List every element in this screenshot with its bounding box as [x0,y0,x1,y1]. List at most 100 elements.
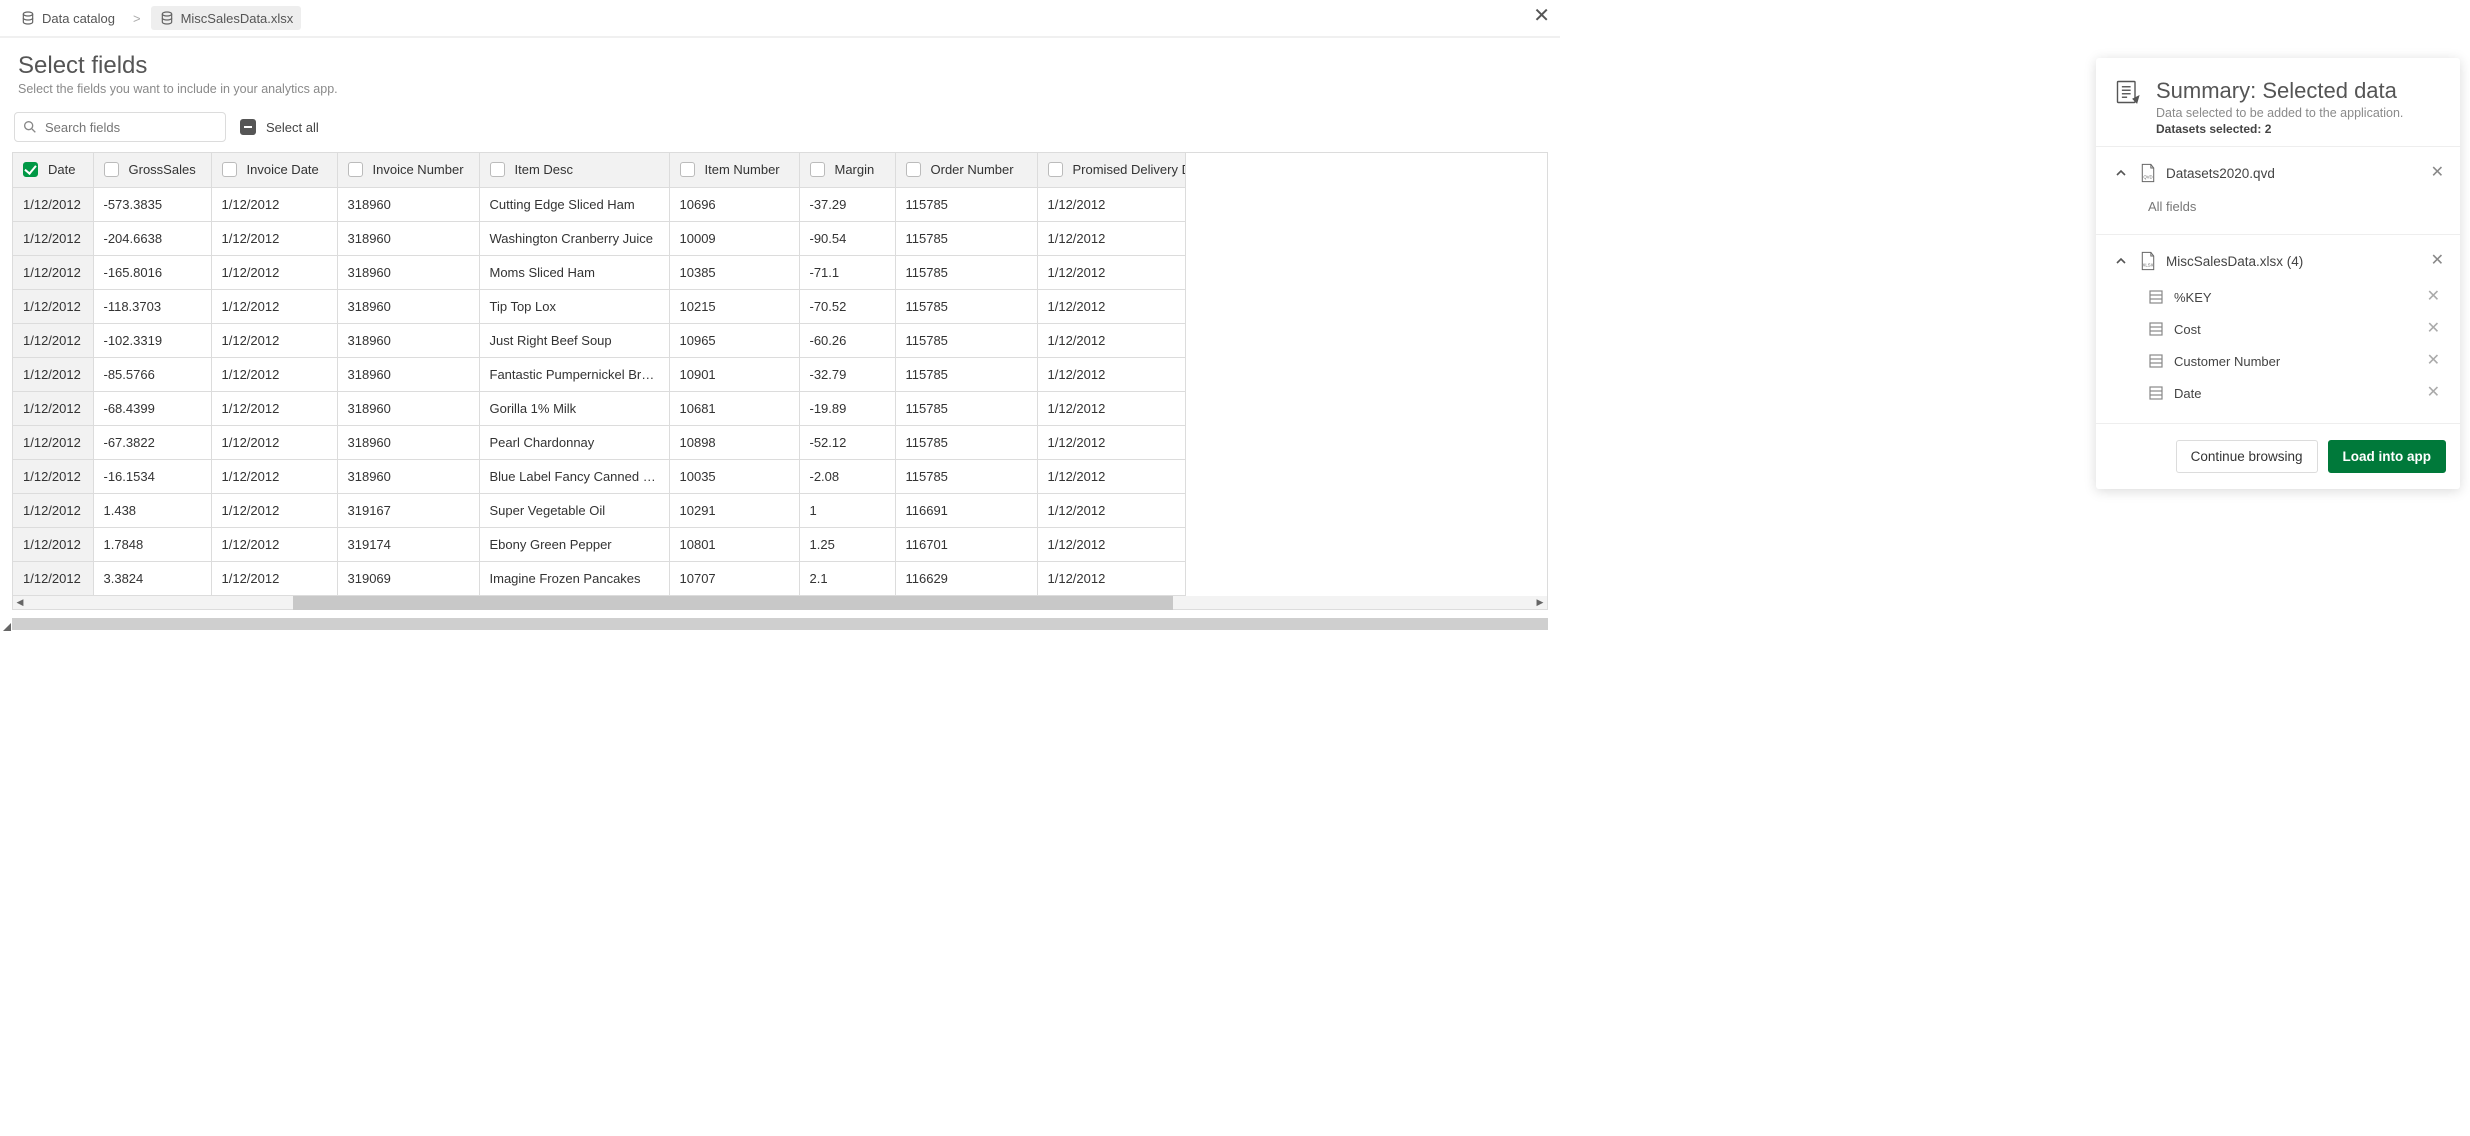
svg-text:XLSX: XLSX [2143,263,2154,268]
column-label: Invoice Number [373,162,464,177]
table-cell: Imagine Frozen Pancakes [479,561,669,595]
table-cell: Washington Cranberry Juice [479,221,669,255]
select-all-checkbox-icon [240,119,256,135]
summary-field-name: Cost [2174,322,2201,337]
table-cell: 1/12/2012 [211,289,337,323]
table-cell: 318960 [337,425,479,459]
summary-dataset-header[interactable]: QVDDatasets2020.qvd✕ [2102,153,2454,193]
table-cell: 318960 [337,187,479,221]
table-cell: -165.8016 [93,255,211,289]
table-cell: 1/12/2012 [13,221,93,255]
page-subtitle: Select the fields you want to include in… [18,82,1542,96]
column-checkbox[interactable] [23,162,38,177]
chevron-up-icon[interactable] [2112,255,2130,267]
column-checkbox[interactable] [680,162,695,177]
remove-field-button[interactable]: ✕ [2427,385,2440,401]
file-icon: QVD [2138,163,2158,183]
remove-field-button[interactable]: ✕ [2427,353,2440,369]
table-cell: 2.1 [799,561,895,595]
scroll-right-icon[interactable]: ▶ [1533,596,1547,610]
column-header[interactable]: Item Number [669,153,799,187]
continue-browsing-button[interactable]: Continue browsing [2176,440,2318,473]
breadcrumb-root[interactable]: Data catalog [12,6,123,30]
field-icon [2148,353,2164,369]
table-cell: 318960 [337,357,479,391]
column-checkbox[interactable] [1048,162,1063,177]
table-cell: 115785 [895,357,1037,391]
table-cell: 10696 [669,187,799,221]
summary-dataset-header[interactable]: XLSXMiscSalesData.xlsx (4)✕ [2102,241,2454,281]
table-cell: Gorilla 1% Milk [479,391,669,425]
table-cell: 1/12/2012 [13,255,93,289]
column-checkbox[interactable] [348,162,363,177]
table-cell: -90.54 [799,221,895,255]
scroll-left-icon[interactable]: ◀ [13,596,27,610]
table-cell: 10385 [669,255,799,289]
table-cell: 318960 [337,323,479,357]
table-cell: 1.7848 [93,527,211,561]
svg-text:QVD: QVD [2143,175,2152,180]
horizontal-scrollbar[interactable]: ◀ ▶ [12,596,1548,610]
table-cell: Just Right Beef Soup [479,323,669,357]
load-into-app-button[interactable]: Load into app [2328,440,2447,473]
catalog-icon [20,10,36,26]
resize-footer[interactable] [12,618,1548,630]
summary-dataset: XLSXMiscSalesData.xlsx (4)✕%KEY✕Cost✕Cus… [2096,235,2460,424]
table-cell: 115785 [895,425,1037,459]
table-cell: -68.4399 [93,391,211,425]
column-checkbox[interactable] [490,162,505,177]
column-label: GrossSales [129,162,196,177]
search-input[interactable] [14,112,226,142]
table-cell: -70.52 [799,289,895,323]
column-header[interactable]: Invoice Date [211,153,337,187]
chevron-up-icon[interactable] [2112,167,2130,179]
breadcrumb-current[interactable]: MiscSalesData.xlsx [151,6,302,30]
column-header[interactable]: Order Number [895,153,1037,187]
table-cell: 1/12/2012 [1037,323,1185,357]
table-cell: 1/12/2012 [1037,221,1185,255]
table-cell: 1/12/2012 [1037,255,1185,289]
remove-field-button[interactable]: ✕ [2427,289,2440,305]
column-header[interactable]: Date [13,153,93,187]
select-all-toggle[interactable]: Select all [240,119,319,135]
close-button[interactable]: ✕ [1533,6,1550,26]
scrollbar-thumb[interactable] [293,596,1173,610]
table-cell: 116629 [895,561,1037,595]
table-cell: 116691 [895,493,1037,527]
column-label: Order Number [931,162,1014,177]
resize-handle-icon[interactable] [3,623,11,631]
table-cell: 1/12/2012 [211,425,337,459]
table-cell: 1/12/2012 [1037,425,1185,459]
column-checkbox[interactable] [222,162,237,177]
table-cell: 1.438 [93,493,211,527]
summary-title: Summary: Selected data [2156,78,2403,104]
table-cell: 10681 [669,391,799,425]
column-checkbox[interactable] [104,162,119,177]
column-checkbox[interactable] [906,162,921,177]
table-cell: 10965 [669,323,799,357]
table-cell: 318960 [337,459,479,493]
summary-field-name: %KEY [2174,290,2212,305]
column-header[interactable]: Margin [799,153,895,187]
remove-field-button[interactable]: ✕ [2427,321,2440,337]
column-header[interactable]: GrossSales [93,153,211,187]
table-cell: 10009 [669,221,799,255]
column-header[interactable]: Item Desc [479,153,669,187]
table-row: 1/12/2012-67.38221/12/2012318960Pearl Ch… [13,425,1185,459]
table-cell: 115785 [895,391,1037,425]
table-cell: 1.25 [799,527,895,561]
table-cell: -19.89 [799,391,895,425]
column-header[interactable]: Promised Delivery Date [1037,153,1185,187]
table-cell: Pearl Chardonnay [479,425,669,459]
column-header[interactable]: Invoice Number [337,153,479,187]
table-cell: 1/12/2012 [211,459,337,493]
table-cell: 10035 [669,459,799,493]
remove-dataset-button[interactable]: ✕ [2431,165,2444,181]
table-cell: 10801 [669,527,799,561]
remove-dataset-button[interactable]: ✕ [2431,253,2444,269]
summary-field: %KEY ✕ [2102,281,2454,313]
column-checkbox[interactable] [810,162,825,177]
table-cell: 319069 [337,561,479,595]
table-cell: 1/12/2012 [1037,289,1185,323]
table-cell: 115785 [895,459,1037,493]
